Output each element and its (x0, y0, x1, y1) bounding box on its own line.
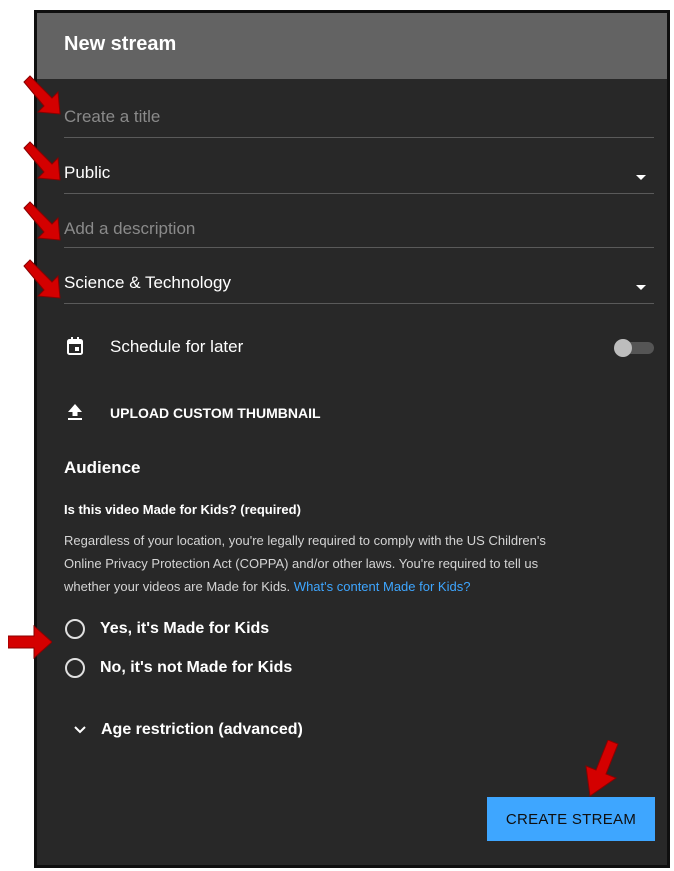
title-input-placeholder: Create a title (64, 107, 161, 126)
annotation-arrow-icon (585, 740, 619, 797)
coppa-line-3: whether your videos are Made for Kids. W… (64, 575, 634, 598)
dialog-title: New stream (64, 33, 177, 55)
upload-thumbnail-button[interactable]: UPLOAD CUSTOM THUMBNAIL (64, 404, 654, 425)
description-input-placeholder: Add a description (64, 219, 196, 238)
radio-yes-label[interactable]: Yes, it's Made for Kids (100, 620, 269, 638)
annotation-arrow-icon (23, 259, 61, 299)
upload-thumbnail-label: UPLOAD CUSTOM THUMBNAIL (110, 405, 321, 421)
annotation-arrow-icon (23, 201, 61, 241)
upload-icon (68, 404, 82, 420)
schedule-row: Schedule for later (64, 337, 654, 361)
age-restriction-label: Age restriction (advanced) (101, 721, 303, 738)
coppa-line-3-text: whether your videos are Made for Kids. (64, 579, 291, 594)
schedule-toggle[interactable] (614, 339, 654, 357)
category-select[interactable]: Science & Technology (64, 273, 654, 304)
visibility-dropdown-icon (636, 175, 646, 180)
category-dropdown-icon (636, 285, 646, 290)
audience-heading: Audience (64, 458, 141, 477)
visibility-value: Public (64, 163, 111, 182)
radio-no-label[interactable]: No, it's not Made for Kids (100, 659, 292, 677)
calendar-icon (67, 337, 83, 355)
annotation-arrow-icon (23, 141, 61, 181)
radio-yes-made-for-kids[interactable] (65, 619, 85, 639)
dialog-header: New stream (37, 13, 667, 79)
made-for-kids-question: Is this video Made for Kids? (required) (64, 502, 301, 517)
schedule-toggle-thumb (614, 339, 632, 357)
annotation-arrow-icon (8, 624, 52, 660)
chevron-down-icon (74, 726, 86, 734)
schedule-label: Schedule for later (110, 337, 244, 356)
made-for-kids-help-link[interactable]: What's content Made for Kids? (294, 579, 471, 594)
radio-no-not-made-for-kids[interactable] (65, 658, 85, 678)
coppa-line-1: Regardless of your location, you're lega… (64, 533, 546, 548)
coppa-line-2: Online Privacy Protection Act (COPPA) an… (64, 556, 539, 571)
coppa-explanation: Regardless of your location, you're lega… (64, 529, 634, 598)
create-stream-button[interactable]: CREATE STREAM (487, 797, 655, 841)
annotation-arrow-icon (23, 75, 61, 115)
description-input[interactable]: Add a description (64, 219, 654, 248)
new-stream-dialog: New stream Create a title Public Add a d… (34, 10, 670, 868)
category-value: Science & Technology (64, 273, 231, 292)
title-input[interactable]: Create a title (64, 105, 654, 138)
visibility-select[interactable]: Public (64, 163, 654, 194)
